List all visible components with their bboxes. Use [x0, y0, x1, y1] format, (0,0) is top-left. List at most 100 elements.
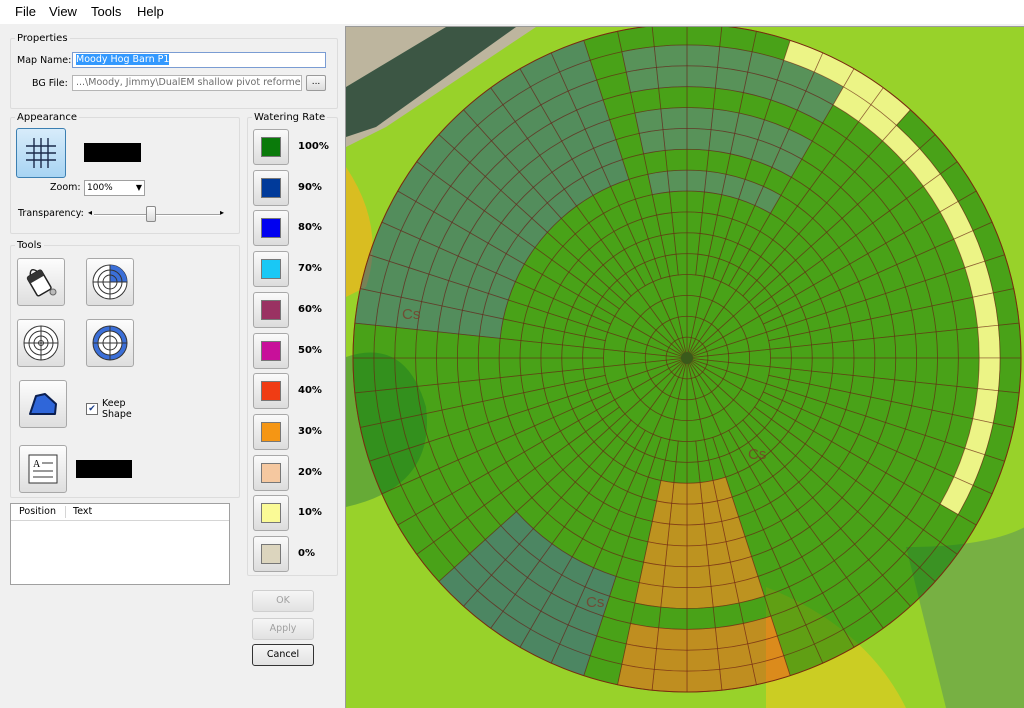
pivot-cell[interactable]: [977, 324, 1001, 359]
slider-left-arrow-icon[interactable]: ◂: [88, 208, 92, 217]
pivot-cell[interactable]: [656, 627, 688, 651]
pivot-cell[interactable]: [686, 44, 721, 68]
watering-rate-button-20pct[interactable]: [253, 454, 289, 491]
pivot-cell[interactable]: [669, 502, 688, 526]
pivot-cell[interactable]: [911, 305, 937, 335]
zoom-select[interactable]: 100% ▼: [84, 180, 145, 196]
pivot-cell[interactable]: [686, 461, 701, 484]
pivot-cell[interactable]: [651, 668, 688, 693]
watering-rate-button-90pct[interactable]: [253, 169, 289, 206]
menu-view[interactable]: View: [49, 4, 77, 19]
grid-toggle-button[interactable]: [16, 128, 66, 178]
pivot-cell[interactable]: [437, 305, 463, 335]
pivot-cell[interactable]: [914, 357, 938, 385]
column-position[interactable]: Position: [19, 506, 56, 517]
pivot-cell[interactable]: [458, 379, 484, 407]
pivot-cell[interactable]: [873, 357, 897, 381]
pivot-cell[interactable]: [894, 357, 918, 383]
pivot-cell[interactable]: [673, 232, 688, 255]
menu-tools[interactable]: Tools: [91, 4, 121, 19]
transparency-track[interactable]: [94, 214, 220, 216]
cancel-button[interactable]: Cancel: [252, 644, 314, 666]
pivot-cell[interactable]: [686, 606, 716, 630]
pivot-cell[interactable]: [656, 65, 688, 89]
watering-rate-button-50pct[interactable]: [253, 332, 289, 369]
pivot-cell[interactable]: [519, 357, 543, 376]
pivot-cell[interactable]: [686, 440, 699, 463]
apply-button[interactable]: Apply: [252, 618, 314, 640]
pivot-cell[interactable]: [704, 520, 727, 546]
pivot-cell[interactable]: [498, 337, 522, 359]
ring-select-tool-button[interactable]: [86, 319, 134, 367]
pivot-cell[interactable]: [790, 344, 813, 359]
pivot-cell[interactable]: [540, 342, 563, 359]
pivot-cell[interactable]: [638, 129, 666, 155]
text-tool-button[interactable]: A: [19, 445, 67, 493]
pivot-cell[interactable]: [831, 340, 855, 359]
pivot-cell[interactable]: [686, 544, 710, 568]
pivot-cell[interactable]: [686, 648, 721, 672]
pivot-cell[interactable]: [662, 127, 688, 151]
pivot-cell[interactable]: [870, 314, 896, 339]
pivot-cell[interactable]: [890, 309, 916, 337]
pivot-cell[interactable]: [852, 357, 876, 379]
pivot-cell[interactable]: [352, 357, 377, 394]
pivot-cell[interactable]: [519, 340, 543, 359]
pivot-cell[interactable]: [669, 190, 688, 214]
pivot-cell[interactable]: [686, 107, 714, 131]
pivot-cell[interactable]: [710, 108, 740, 134]
pivot-cell[interactable]: [456, 333, 480, 359]
pivot-cell[interactable]: [415, 329, 439, 359]
watering-rate-button-30pct[interactable]: [253, 413, 289, 450]
pivot-cell[interactable]: [686, 668, 723, 693]
pivot-cell[interactable]: [561, 357, 584, 372]
pivot-cell[interactable]: [686, 190, 705, 214]
pivot-cell[interactable]: [540, 357, 563, 374]
pivot-cell[interactable]: [603, 348, 626, 368]
pivot-cell[interactable]: [651, 27, 688, 48]
watering-rate-button-70pct[interactable]: [253, 251, 289, 288]
pivot-cell[interactable]: [664, 544, 688, 568]
pivot-cell[interactable]: [436, 357, 460, 385]
browse-button[interactable]: ...: [306, 75, 326, 91]
pivot-cell[interactable]: [653, 648, 688, 672]
pivot-cell[interactable]: [634, 108, 664, 134]
pivot-cell[interactable]: [373, 324, 397, 359]
pivot-cell[interactable]: [671, 482, 688, 505]
pivot-cell[interactable]: [748, 348, 771, 368]
watering-rate-button-40pct[interactable]: [253, 373, 289, 410]
pivot-cell[interactable]: [686, 482, 703, 505]
menu-help[interactable]: Help: [137, 4, 164, 19]
map-canvas[interactable]: Cs Cs Cs: [345, 26, 1024, 708]
grid-color-swatch[interactable]: [84, 143, 141, 162]
menu-file[interactable]: File: [15, 4, 36, 19]
pivot-cell[interactable]: [477, 335, 501, 359]
pivot-cell[interactable]: [666, 523, 688, 547]
pivot-cell[interactable]: [415, 357, 439, 387]
pivot-cell[interactable]: [769, 346, 792, 359]
pivot-cell[interactable]: [675, 253, 688, 276]
pivot-cell[interactable]: [686, 27, 723, 48]
keep-shape-checkbox[interactable]: ✔: [86, 403, 98, 415]
pivot-cell[interactable]: [686, 169, 708, 193]
map-name-input[interactable]: Moody Hog Barn P1: [72, 52, 326, 68]
pivot-cell[interactable]: [643, 149, 668, 175]
pivot-cell[interactable]: [686, 502, 705, 526]
pivot-cell[interactable]: [935, 329, 959, 359]
pivot-cell[interactable]: [653, 44, 688, 68]
pivot-circle[interactable]: [352, 27, 1022, 693]
pivot-cell[interactable]: [436, 331, 460, 359]
pivot-cell[interactable]: [956, 327, 980, 359]
pivot-cell[interactable]: [658, 86, 688, 110]
annotations-listview[interactable]: Position Text: [10, 503, 230, 585]
watering-rate-button-10pct[interactable]: [253, 495, 289, 532]
pivot-cell[interactable]: [499, 375, 525, 398]
watering-rate-button-100pct[interactable]: [253, 129, 289, 165]
pivot-cell[interactable]: [811, 357, 834, 374]
pivot-cell[interactable]: [666, 169, 688, 193]
slider-right-arrow-icon[interactable]: ▸: [220, 208, 224, 217]
pivot-cell[interactable]: [977, 357, 1001, 392]
pivot-cell[interactable]: [634, 582, 664, 608]
pivot-cell[interactable]: [997, 322, 1022, 359]
pivot-cell[interactable]: [582, 357, 605, 370]
